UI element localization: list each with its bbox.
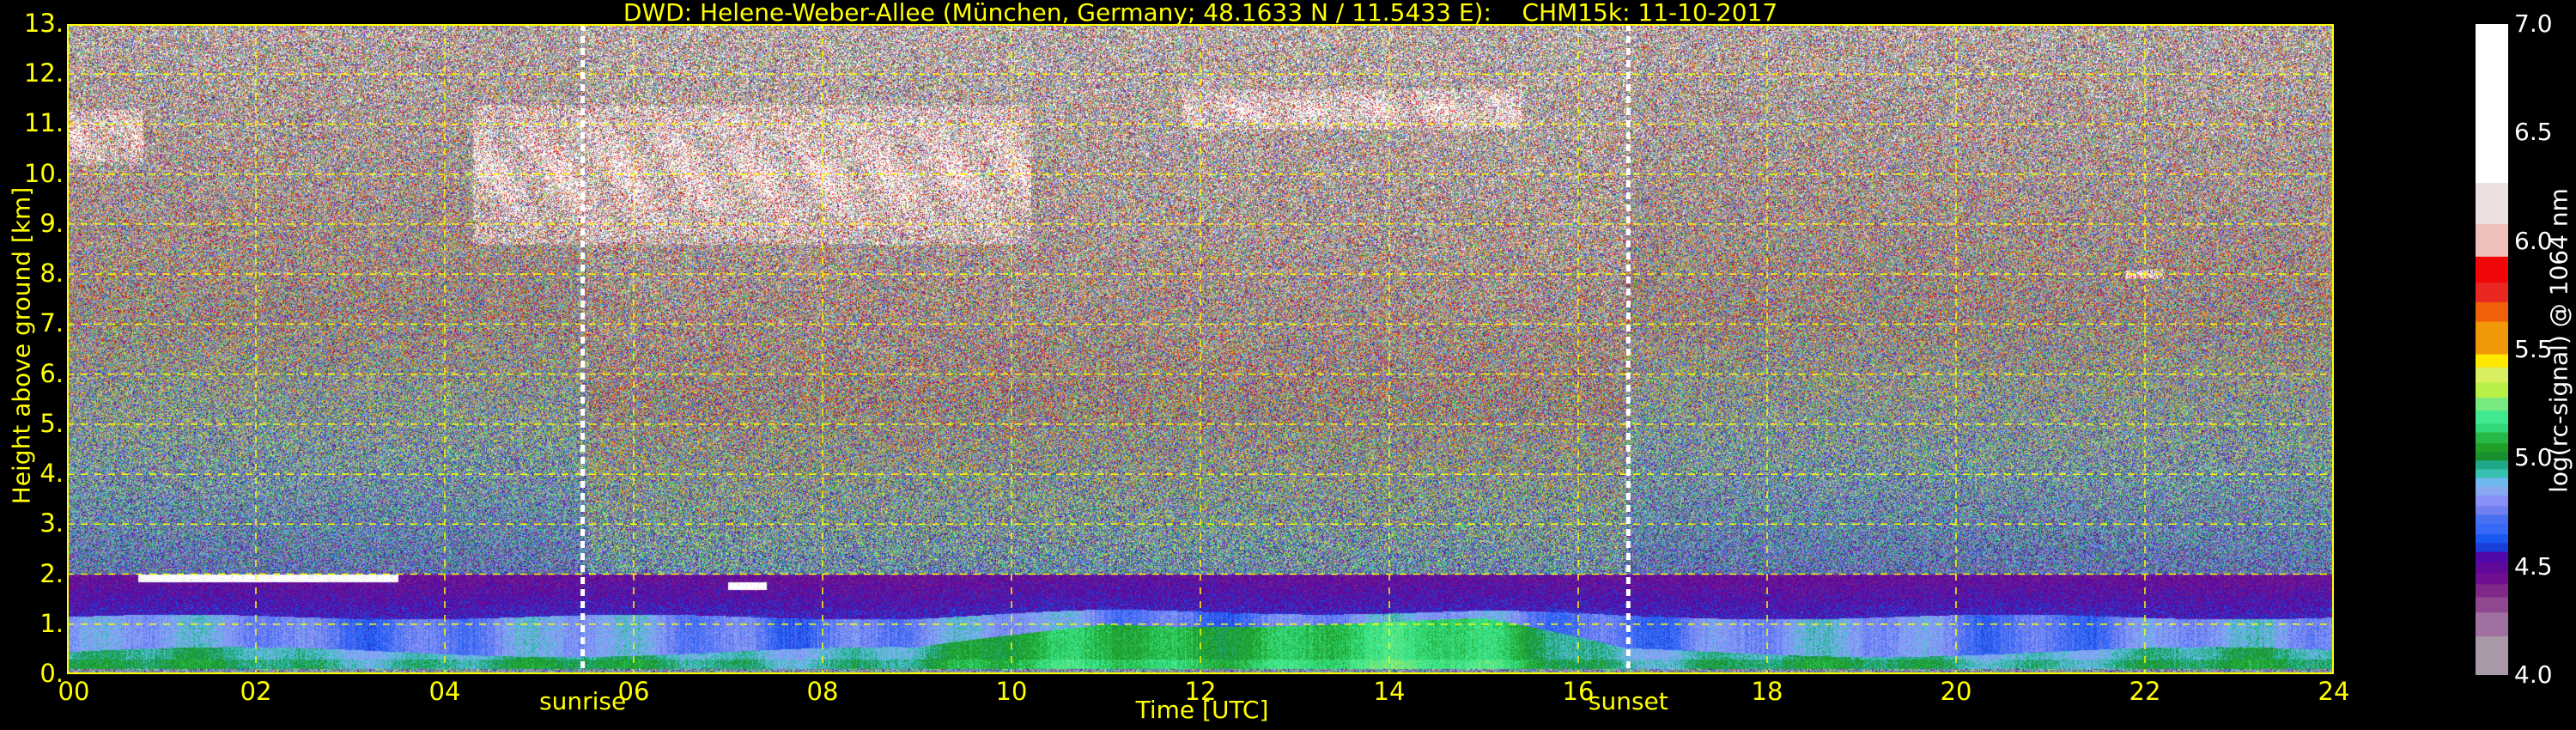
y-tick-label: 13. [23, 9, 64, 38]
colorbar-band [2476, 256, 2508, 283]
colorbar-band [2476, 468, 2508, 478]
y-tick-label: 4. [39, 459, 64, 489]
x-tick-label: 04 [428, 677, 461, 706]
y-tick-label: 8. [39, 259, 64, 289]
colorbar-band [2476, 432, 2508, 444]
plot-overlay [67, 24, 2334, 674]
x-tick-label: 00 [58, 677, 90, 706]
colorbar-label: log(rc-signal) @ 1064 nm [2544, 188, 2573, 493]
colorbar-band [2476, 410, 2508, 424]
colorbar-band [2476, 486, 2508, 496]
colorbar-band [2476, 321, 2508, 355]
x-tick-label: 14 [1373, 677, 1406, 706]
y-tick-label: 6. [39, 358, 64, 388]
colorbar-band [2476, 551, 2508, 563]
x-tick-label: 10 [995, 677, 1028, 706]
y-tick-label: 3. [39, 508, 64, 538]
colorbar-band [2476, 223, 2508, 257]
y-tick-label: 9. [39, 208, 64, 238]
colorbar-band [2476, 542, 2508, 552]
x-tick-label: 22 [2129, 677, 2161, 706]
colorbar-band [2476, 514, 2508, 524]
colorbar-band [2476, 562, 2508, 574]
colorbar-band [2476, 505, 2508, 515]
y-tick-label: 11. [23, 108, 64, 138]
y-tick-label: 10. [23, 158, 64, 188]
colorbar-band [2476, 354, 2508, 368]
colorbar-band [2476, 573, 2508, 585]
colorbar-band [2476, 583, 2508, 598]
x-tick-label: 18 [1751, 677, 1783, 706]
y-tick-label: 1. [39, 608, 64, 638]
colorbar [2476, 24, 2508, 675]
colorbar-tick-label: 7.0 [2514, 9, 2553, 38]
colorbar-tick-label: 6.5 [2514, 118, 2553, 147]
y-tick-label: 2. [39, 558, 64, 588]
colorbar-band [2476, 478, 2508, 487]
plot-area [67, 24, 2334, 674]
colorbar-band [2476, 24, 2508, 183]
x-tick-label: 20 [1940, 677, 1972, 706]
x-tick-label: 02 [240, 677, 272, 706]
y-tick-label: 12. [23, 58, 64, 88]
colorbar-band [2476, 533, 2508, 544]
colorbar-band [2476, 597, 2508, 613]
chart-title: DWD: Helene-Weber-Allee (München, German… [623, 0, 1778, 27]
colorbar-band [2476, 182, 2508, 224]
colorbar-band [2476, 423, 2508, 433]
colorbar-tick-label: 4.0 [2514, 660, 2553, 689]
colorbar-band [2476, 495, 2508, 507]
colorbar-band [2476, 611, 2508, 637]
colorbar-band [2476, 301, 2508, 322]
colorbar-band [2476, 636, 2508, 675]
colorbar-band [2476, 381, 2508, 398]
colorbar-tick-label: 4.5 [2514, 551, 2553, 581]
sunrise-label: sunrise [539, 687, 627, 715]
x-tick-label: 24 [2318, 677, 2350, 706]
colorbar-band [2476, 367, 2508, 383]
colorbar-band [2476, 459, 2508, 470]
colorbar-band [2476, 282, 2508, 302]
y-tick-label: 5. [39, 408, 64, 438]
colorbar-band [2476, 397, 2508, 411]
colorbar-band [2476, 523, 2508, 535]
y-tick-label: 7. [39, 308, 64, 338]
sunset-label: sunset [1588, 687, 1668, 715]
colorbar-band [2476, 442, 2508, 453]
x-axis-label: Time [UTC] [1135, 696, 1269, 724]
x-tick-label: 08 [806, 677, 839, 706]
colorbar-band [2476, 451, 2508, 461]
